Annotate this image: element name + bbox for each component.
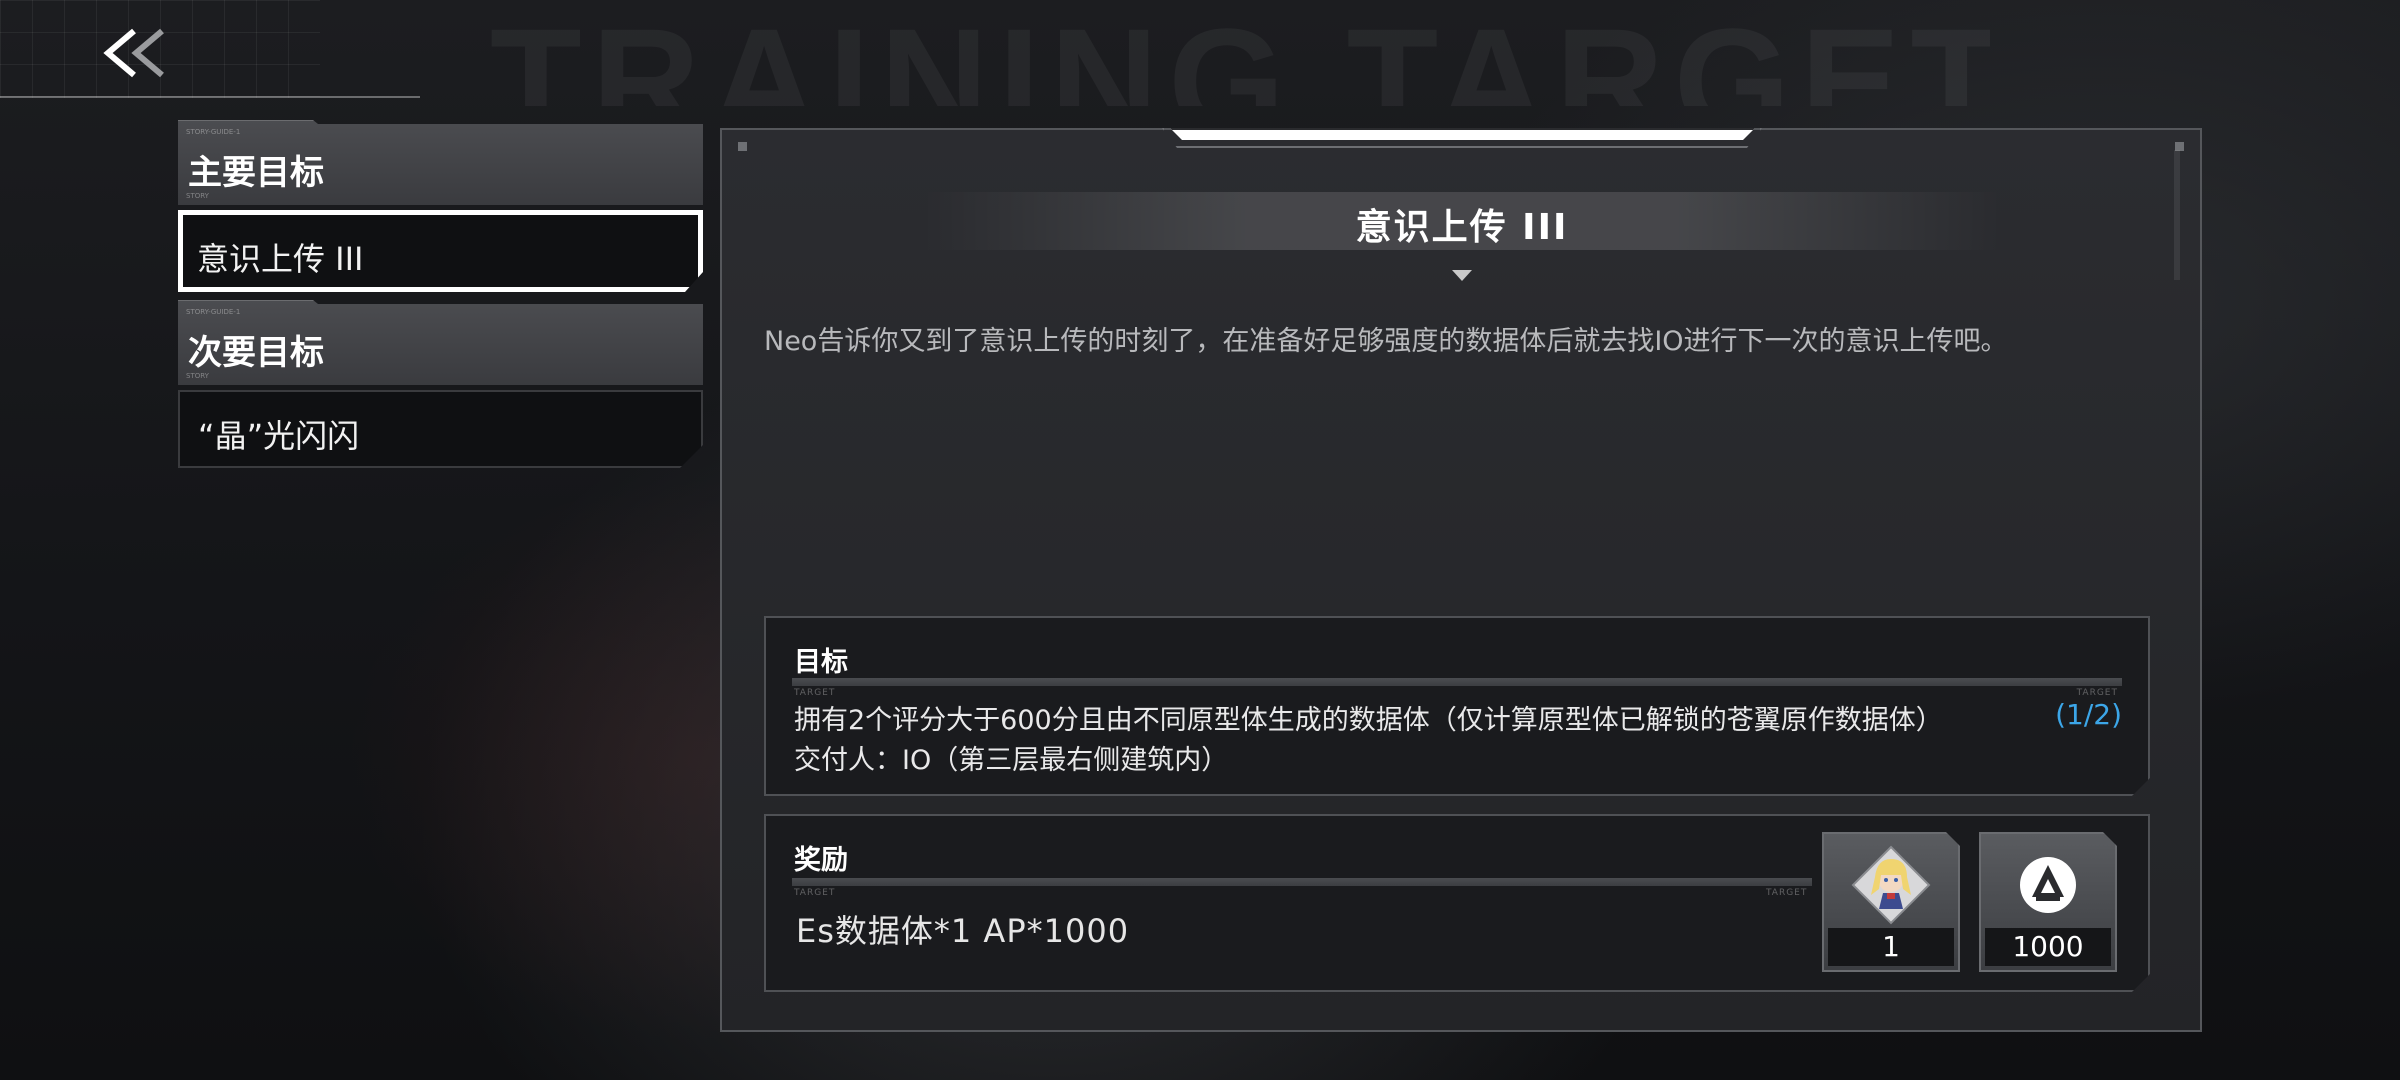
quest-title: 意识上传 III <box>1355 207 1569 248</box>
corner-marker <box>738 142 747 151</box>
main-objectives-label: 主要目标 <box>188 153 324 193</box>
menu-item-crystal-sparkle[interactable]: “晶”光闪闪 <box>178 390 703 468</box>
ap-logo-icon <box>1981 844 2115 926</box>
main-objectives-header: STORY-GUIDE-1 主要目标 STORY <box>178 120 703 205</box>
objective-text: 拥有2个评分大于600分且由不同原型体生成的数据体（仅计算原型体已解锁的苍翼原作… <box>794 705 1943 736</box>
menu-item-consciousness-upload[interactable]: 意识上传 III <box>178 210 703 292</box>
quest-description: Neo告诉你又到了意识上传的时刻了，在准备好足够强度的数据体后就去找IO进行下一… <box>764 326 2008 357</box>
target-box: 目标 TARGET TARGET 拥有2个评分大于600分且由不同原型体生成的数… <box>764 616 2150 796</box>
header-tag-bottom: STORY <box>186 192 209 200</box>
reward-summary: Es数据体*1 AP*1000 <box>796 912 1130 950</box>
top-bar: TRAINING TARGET <box>0 0 2400 106</box>
target-rule <box>792 678 2122 686</box>
reward-heading: 奖励 <box>794 845 848 876</box>
rule-label: TARGET <box>794 688 836 698</box>
reward-count: 1000 <box>1985 928 2111 966</box>
header-tag-bottom: STORY <box>186 372 209 380</box>
rule-label: TARGET <box>794 888 836 898</box>
quest-detail-panel: 意识上传 III Neo告诉你又到了意识上传的时刻了，在准备好足够强度的数据体后… <box>720 128 2202 1032</box>
character-portrait-icon <box>1824 844 1958 926</box>
reward-box: 奖励 TARGET TARGET Es数据体*1 AP*1000 1 1000 <box>764 814 2150 992</box>
quest-title-bar: 意识上传 III <box>922 192 2002 250</box>
back-button[interactable] <box>100 18 200 88</box>
menu-item-label: “晶”光闪闪 <box>198 417 360 455</box>
rule-label: TARGET <box>2076 688 2118 698</box>
background-title: TRAINING TARGET <box>490 6 1990 106</box>
reward-item-ap[interactable]: 1000 <box>1979 832 2117 972</box>
reward-rule <box>792 878 1812 886</box>
reward-item-es-data[interactable]: 1 <box>1822 832 1960 972</box>
objective-progress: (1/2) <box>2055 698 2122 731</box>
header-tag: STORY-GUIDE-1 <box>186 308 241 316</box>
caret-down-icon <box>1452 270 1472 281</box>
target-heading: 目标 <box>794 647 848 678</box>
deliver-to-text: 交付人：IO（第三层最右侧建筑内） <box>794 745 1229 776</box>
double-chevron-left-icon <box>103 28 164 78</box>
secondary-objectives-header: STORY-GUIDE-1 次要目标 STORY <box>178 300 703 385</box>
rule-label: TARGET <box>1766 888 1808 898</box>
menu-item-label: 意识上传 III <box>197 240 364 278</box>
secondary-objectives-label: 次要目标 <box>188 333 324 373</box>
side-decoration <box>2174 150 2180 280</box>
reward-count: 1 <box>1828 928 1954 966</box>
objective-menu: STORY-GUIDE-1 主要目标 STORY 意识上传 III STORY-… <box>178 120 703 476</box>
header-tag: STORY-GUIDE-1 <box>186 128 241 136</box>
top-divider <box>0 96 420 98</box>
